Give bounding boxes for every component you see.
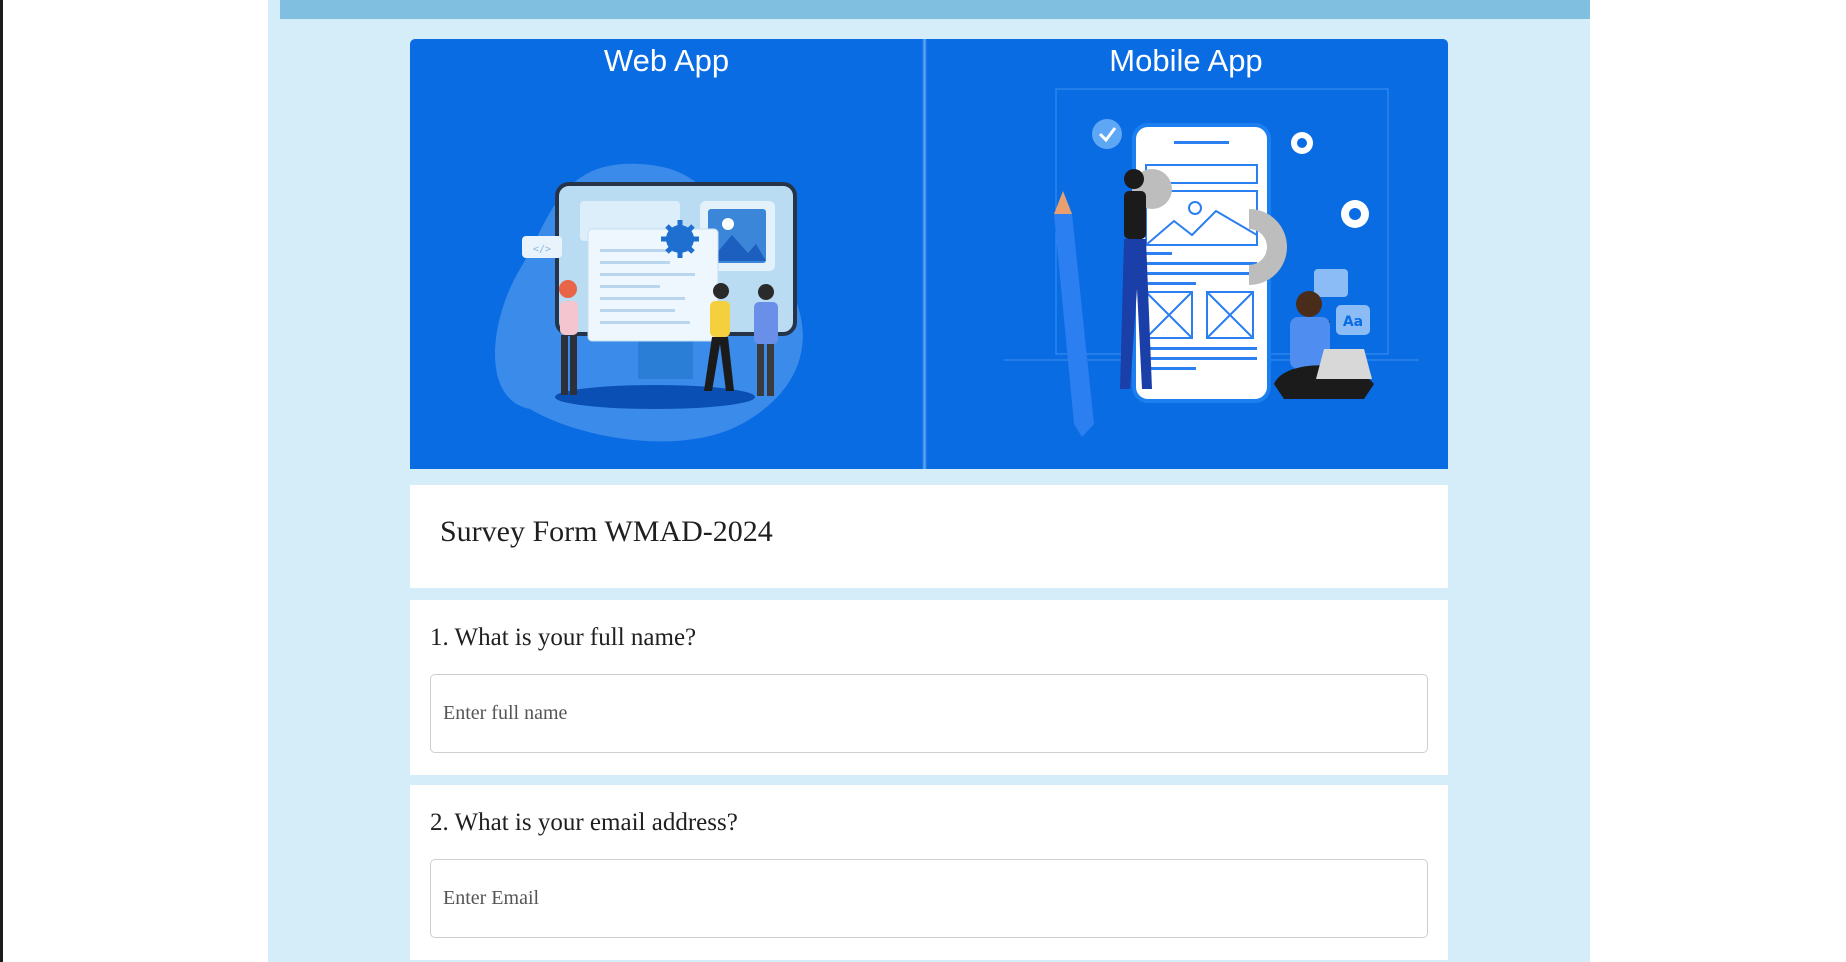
svg-text:</>: </>: [533, 244, 551, 255]
header-banner: Web App </> Mobile App Aa: [410, 39, 1448, 469]
question-label-full-name: 1. What is your full name?: [430, 624, 697, 651]
web-development-illustration-icon: </>: [495, 163, 803, 442]
email-input[interactable]: [430, 859, 1428, 938]
form-title-card: Survey Form WMAD-2024: [410, 485, 1448, 588]
form-title: Survey Form WMAD-2024: [440, 515, 773, 548]
top-bar: [280, 0, 1590, 19]
window-left-edge: [0, 0, 3, 962]
question-label-email: 2. What is your email address?: [430, 809, 738, 836]
question-card-full-name: 1. What is your full name?: [410, 600, 1448, 775]
web-app-panel: Web App </>: [410, 39, 923, 469]
question-card-email: 2. What is your email address?: [410, 785, 1448, 960]
full-name-input[interactable]: [430, 674, 1428, 753]
mobile-development-illustration-icon: Aa: [1004, 88, 1419, 437]
svg-text:Aa: Aa: [1343, 314, 1363, 330]
mobile-app-panel: Mobile App Aa: [924, 39, 1448, 469]
